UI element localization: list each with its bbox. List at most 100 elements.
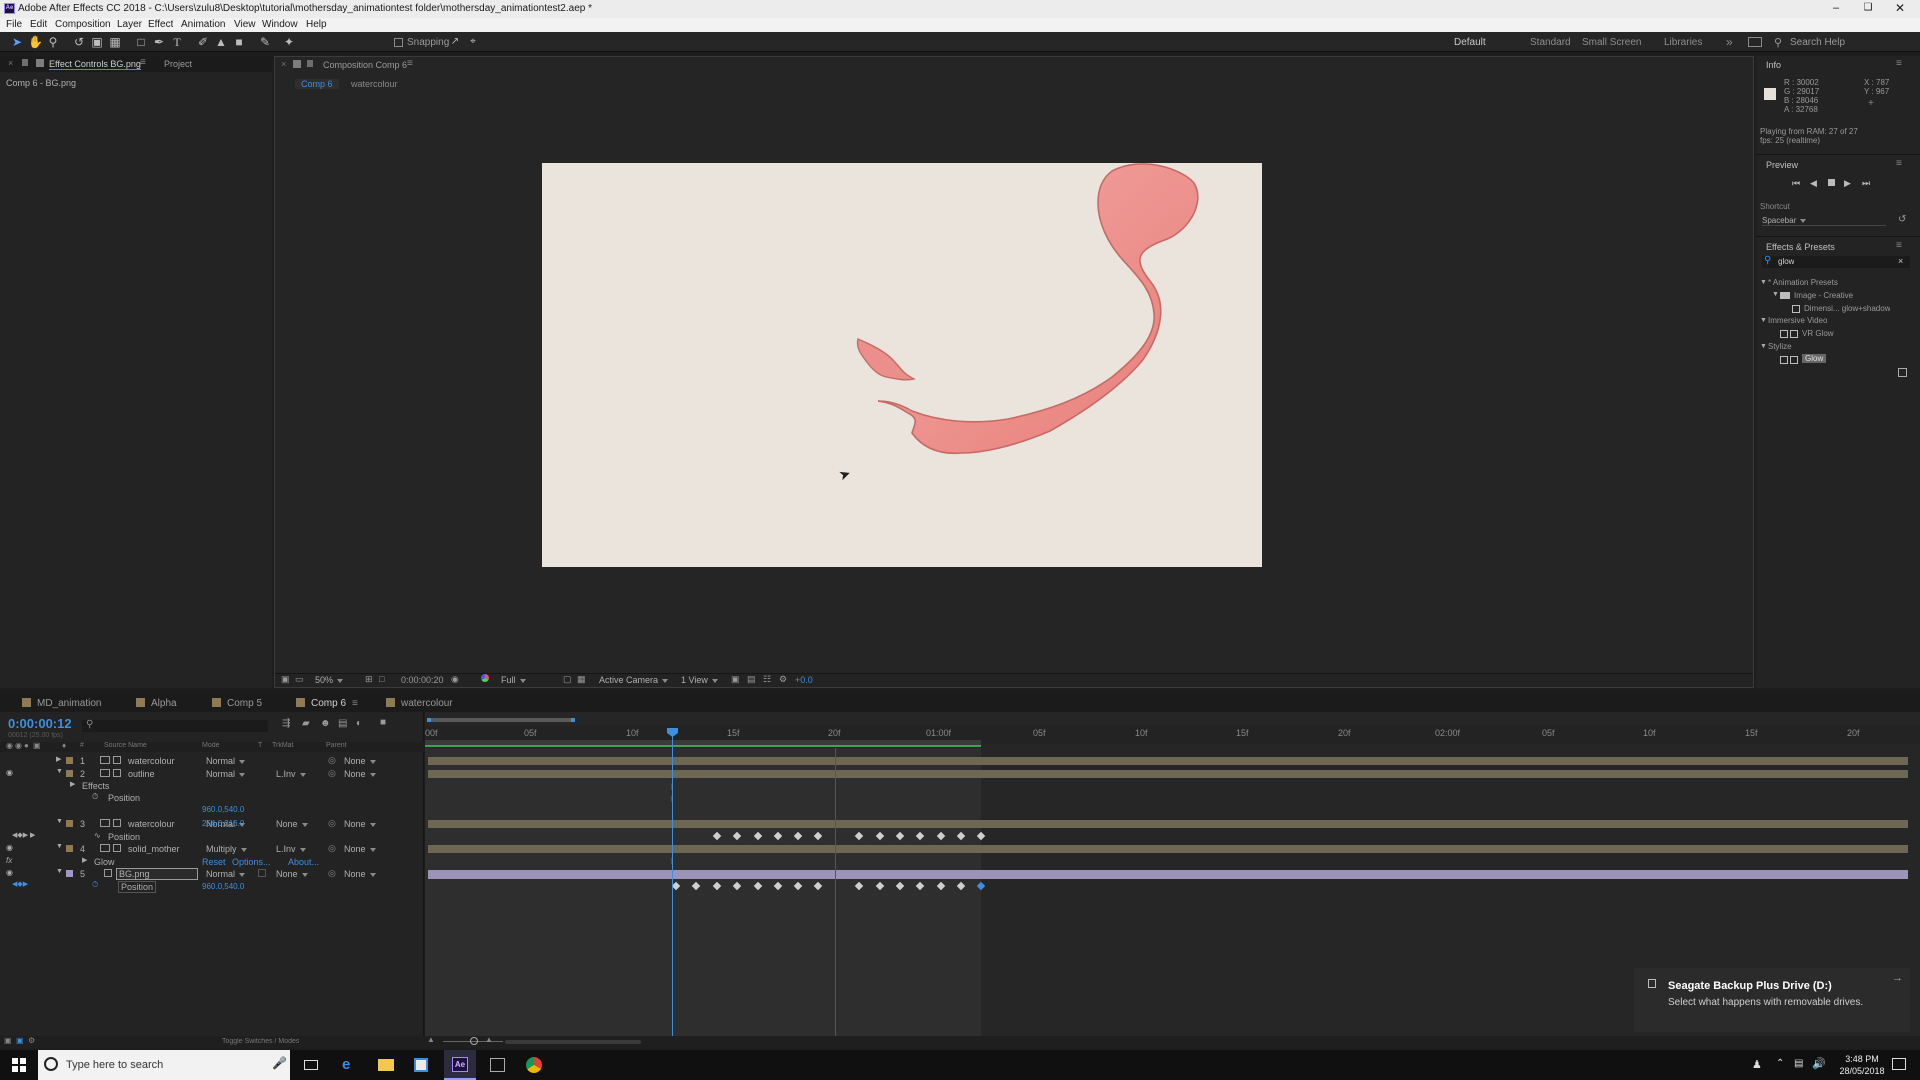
tab-effect-controls[interactable]: Effect Controls BG.png [49, 59, 141, 70]
parent-dropdown[interactable]: None [344, 769, 376, 779]
layer-row-selected[interactable]: ◉ ▼ 5 BG.png Normal None ◎ None [0, 868, 422, 880]
label-color-chip[interactable] [66, 870, 73, 877]
blend-mode-dropdown[interactable]: Normal [206, 769, 245, 779]
workspace-small-screen[interactable]: Small Screen [1582, 37, 1641, 48]
label-color-chip[interactable] [66, 820, 73, 827]
playhead-line[interactable] [672, 734, 673, 1048]
column-mode[interactable]: Mode [202, 742, 220, 749]
pan-behind-tool-icon[interactable]: ▦ [108, 35, 122, 49]
roto-brush-tool-icon[interactable]: ✎ [258, 35, 272, 49]
reset-icon[interactable]: ↺ [1898, 214, 1906, 225]
new-preset-icon[interactable] [1898, 368, 1907, 377]
t-checkbox[interactable] [258, 869, 266, 877]
effect-row[interactable]: fx ▶ Glow Reset Options... About... [0, 856, 422, 868]
expand-arrow-icon[interactable]: ▶ [70, 780, 75, 788]
tree-immersive-video[interactable]: Immersive Video [1768, 316, 1827, 325]
tree-animation-presets[interactable]: * Animation Presets [1768, 278, 1838, 287]
clock-date[interactable]: 28/05/2018 [1836, 1066, 1888, 1076]
current-time[interactable]: 0:00:00:12 [8, 716, 72, 731]
last-frame-icon[interactable]: ⏭ [1862, 178, 1870, 189]
menu-layer[interactable]: Layer [117, 19, 142, 30]
pen-tool-icon[interactable]: ✒ [152, 35, 166, 49]
expand-arrow-icon[interactable]: ▼ [1772, 291, 1779, 298]
timeline-tab-comp6[interactable]: Comp 6 [296, 698, 346, 709]
keyframe-nav-icon[interactable]: ◀◆▶ [12, 880, 28, 888]
minimize-button[interactable]: – [1826, 2, 1846, 16]
layer-row[interactable]: ▶ 1 watercolour Normal ◎ None [0, 755, 422, 767]
camera-view-dropdown[interactable]: Active Camera [599, 675, 668, 685]
eye-icon[interactable]: ◉ [6, 868, 13, 877]
work-area-start[interactable] [427, 718, 431, 722]
timeline-tab-watercolour[interactable]: watercolour [386, 698, 453, 709]
graph-editor-icon[interactable]: ■ [380, 717, 386, 728]
volume-icon[interactable]: 🔊 [1812, 1057, 1826, 1070]
expand-arrow-icon[interactable]: ▼ [56, 768, 63, 775]
effect-about-link[interactable]: About... [288, 857, 319, 867]
layer-search-field[interactable] [82, 720, 268, 732]
subtab-watercolour[interactable]: watercolour [351, 79, 398, 89]
menu-edit[interactable]: Edit [30, 19, 47, 30]
stopwatch-icon[interactable]: ⏱ [92, 792, 98, 802]
eraser-tool-icon[interactable]: ■ [232, 35, 246, 49]
menu-animation[interactable]: Animation [181, 19, 225, 30]
layer-name[interactable]: watercolour [128, 756, 175, 766]
effect-options-link[interactable]: Options... [232, 857, 271, 867]
close-panel-icon[interactable]: × [8, 58, 13, 68]
work-area-bar[interactable] [427, 718, 575, 722]
position-value[interactable]: 960.0,540.0 [202, 882, 244, 891]
taskbar-search-input[interactable]: Type here to search [66, 1059, 163, 1071]
blend-mode-dropdown[interactable]: Normal [206, 869, 245, 879]
clone-stamp-tool-icon[interactable]: ▲ [214, 35, 228, 49]
position-value[interactable]: 254.0,216.0 [202, 819, 244, 828]
graph-icon[interactable]: ∿ [94, 831, 101, 840]
parent-dropdown[interactable]: None [344, 819, 376, 829]
panel-menu-icon[interactable]: ≡ [140, 57, 146, 68]
mask-visibility-icon[interactable]: □ [379, 674, 384, 684]
work-area-end[interactable] [571, 718, 575, 722]
magnification-dropdown[interactable]: 50% [315, 675, 343, 685]
puppet-tool-icon[interactable]: ✦ [282, 35, 296, 49]
menu-composition[interactable]: Composition [55, 19, 111, 30]
workspace-default[interactable]: Default [1454, 37, 1486, 48]
workspace-menu-icon[interactable] [1748, 37, 1762, 47]
effects-group-row[interactable]: ▶ Effects [0, 780, 422, 792]
toggle-switches-modes[interactable]: Toggle Switches / Modes [222, 1038, 299, 1045]
parent-pickwhip-icon[interactable]: ◎ [328, 755, 336, 766]
parent-pickwhip-icon[interactable]: ◎ [328, 868, 336, 879]
trkmat-dropdown[interactable]: L.Inv [276, 769, 306, 779]
lock-icon[interactable] [22, 59, 28, 66]
column-source-name[interactable]: Source Name [104, 742, 147, 749]
tray-overflow-icon[interactable]: ⌃ [1776, 1058, 1784, 1069]
timeline-icon[interactable]: ☷ [763, 674, 771, 685]
zoom-out-icon[interactable]: ▲ [427, 1035, 435, 1044]
media-encoder-icon[interactable] [490, 1058, 505, 1072]
expand-arrow-icon[interactable]: ▼ [1760, 279, 1767, 286]
draft-3d-icon[interactable]: ▰ [302, 718, 310, 729]
fx-icon[interactable]: fx [6, 856, 12, 865]
comp-mini-flowchart-icon[interactable]: ⇶ [282, 718, 290, 729]
edge-icon[interactable]: e [342, 1056, 350, 1073]
in-out-icon[interactable]: ⚙ [28, 1036, 35, 1045]
expand-arrow-icon[interactable]: ▼ [1760, 343, 1767, 350]
property-row[interactable]: ◀◆▶ ▶ ∿ Position [0, 831, 422, 843]
current-time-display[interactable]: 0:00:00:20 [401, 675, 444, 685]
parent-pickwhip-icon[interactable]: ◎ [328, 818, 336, 829]
shy-layers-icon[interactable]: ☻ [320, 718, 331, 729]
effect-reset-link[interactable]: Reset [202, 857, 226, 867]
timeline-tab-alpha[interactable]: Alpha [136, 698, 177, 709]
layer-switches-icon[interactable]: ▣ [4, 1036, 12, 1045]
stop-icon[interactable] [1828, 179, 1835, 186]
effects-group-label[interactable]: Effects [82, 781, 109, 791]
network-icon[interactable]: ▤ [1794, 1058, 1803, 1069]
transparency-grid-icon[interactable]: ▦ [577, 674, 586, 685]
parent-dropdown[interactable]: None [344, 869, 376, 879]
expand-arrow-icon[interactable]: ▼ [56, 843, 63, 850]
clear-search-icon[interactable]: × [1898, 256, 1903, 266]
composition-tab[interactable]: Composition Comp 6 [323, 60, 407, 70]
exposure-value[interactable]: +0.0 [795, 675, 813, 685]
blend-mode-dropdown[interactable]: Multiply [206, 844, 247, 854]
zoom-in-icon[interactable]: ▲ [485, 1035, 493, 1044]
layer-bar-selected[interactable] [428, 870, 1908, 879]
timeline-scrollbar[interactable] [505, 1040, 641, 1044]
effect-name[interactable]: Glow [94, 857, 115, 867]
